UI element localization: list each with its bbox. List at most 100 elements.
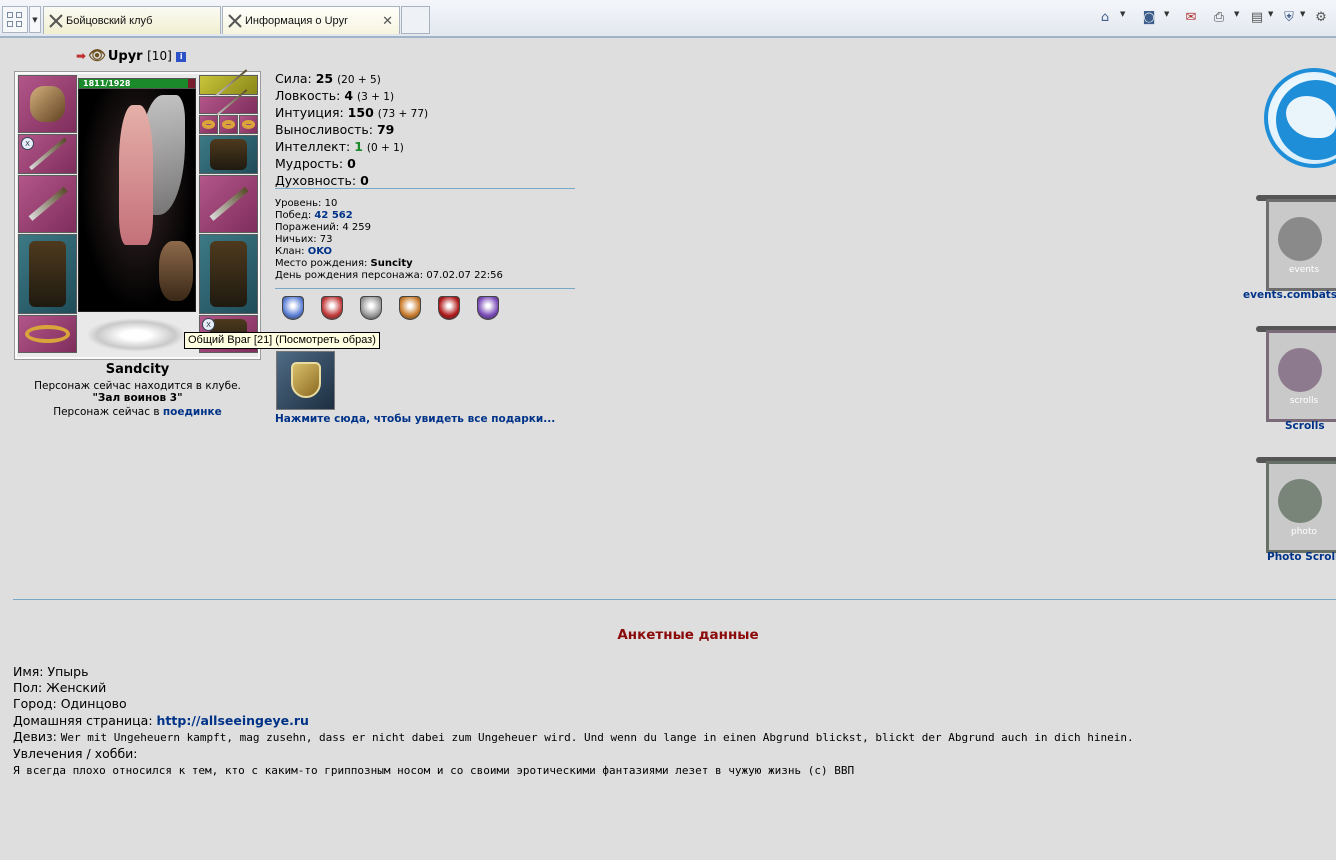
- profile-details: Имя: Упырь Пол: Женский Город: Одинцово …: [13, 664, 1336, 779]
- location-text: Персонаж сейчас находится в клубе.: [34, 380, 241, 392]
- browser-toolbar: ⌂ ▼ ◙ ▼ ✉ ⎙ ▼ ▤ ▼ ⛨ ▼ ⚙: [1096, 8, 1336, 30]
- bracers-item-icon: [28, 137, 67, 171]
- level-value: 10: [324, 198, 338, 209]
- character-info-list: Уровень: 10 Побед: 42 562 Поражений: 4 2…: [275, 198, 503, 282]
- helmet-slot[interactable]: [18, 75, 77, 133]
- grid-icon: [7, 12, 13, 18]
- events-banner[interactable]: events: [1256, 195, 1336, 295]
- portrait-pet-shape: [159, 241, 193, 301]
- character-portrait[interactable]: [78, 80, 196, 312]
- homepage-label: Домашняя страница:: [13, 712, 157, 728]
- ring-slot-2[interactable]: [219, 115, 238, 134]
- home-dropdown-icon[interactable]: ▼: [1120, 10, 1125, 18]
- name-value: Упырь: [47, 664, 89, 679]
- ring-slot-3[interactable]: [239, 115, 258, 134]
- earrings-slot[interactable]: [199, 69, 258, 101]
- gloves-item-icon: [210, 138, 247, 171]
- info-divider: [275, 288, 575, 289]
- hobby-value: Я всегда плохо относился к тем, кто с ка…: [13, 764, 855, 778]
- shield-icon: [291, 362, 321, 398]
- medal-icon[interactable]: [321, 296, 343, 320]
- ring-item-icon: [241, 120, 256, 129]
- globe-logo-icon[interactable]: [1264, 68, 1336, 168]
- rss-dropdown-icon[interactable]: ▼: [1164, 10, 1169, 18]
- gear-icon[interactable]: ⚙: [1312, 8, 1330, 28]
- wins-label: Побед:: [275, 210, 315, 221]
- wins-link[interactable]: 42 562: [314, 210, 352, 221]
- eye-icon[interactable]: 👁: [88, 48, 106, 64]
- stat-breakdown: (20 + 5): [337, 74, 381, 86]
- sex-value: Женский: [46, 680, 107, 696]
- amulet-slot[interactable]: [199, 89, 258, 121]
- bracers-slot[interactable]: X: [18, 134, 77, 174]
- events-link[interactable]: events.combats: [1243, 289, 1336, 301]
- birthday-value: 07.02.07 22:56: [426, 270, 503, 281]
- print-dropdown-icon[interactable]: ▼: [1234, 10, 1239, 18]
- right-weapon-slot[interactable]: [199, 175, 258, 233]
- belt-slot[interactable]: [18, 315, 77, 353]
- level-label: Уровень:: [275, 198, 325, 209]
- close-tab-icon[interactable]: ✕: [382, 7, 393, 34]
- ring-slot-1[interactable]: [199, 115, 218, 134]
- club-emblem-icon: [86, 318, 186, 352]
- losses-label: Поражений:: [275, 222, 343, 233]
- stat-label: Духовность:: [275, 173, 361, 188]
- draws-label: Ничьих:: [275, 234, 320, 245]
- helmet-item-icon: [30, 86, 65, 122]
- print-icon[interactable]: ⎙: [1210, 8, 1228, 28]
- stat-row: Интеллект: 1 (0 + 1): [275, 139, 575, 156]
- grid-icon-cell: [16, 21, 22, 27]
- mail-icon[interactable]: ✉: [1182, 8, 1200, 28]
- character-fight-status: Персонаж сейчас в поединке: [14, 406, 261, 418]
- photo-scrolls-link[interactable]: Photo Scrolls: [1267, 551, 1336, 563]
- scrolls-banner[interactable]: scrolls: [1256, 326, 1336, 426]
- new-tab-button[interactable]: [401, 6, 430, 34]
- location-room: "Зал воинов 3": [92, 392, 183, 404]
- tab-list-dropdown[interactable]: ▼: [29, 6, 41, 33]
- medal-icon[interactable]: [360, 296, 382, 320]
- security-dropdown-icon[interactable]: ▼: [1300, 10, 1305, 18]
- stat-value: 25: [315, 71, 334, 86]
- fight-link[interactable]: поединке: [163, 406, 222, 418]
- armor-slot[interactable]: [18, 234, 77, 314]
- portrait-figure-shape: [119, 105, 153, 245]
- tab-grid-button[interactable]: [2, 6, 28, 33]
- private-message-arrow-icon[interactable]: ➡: [76, 49, 86, 63]
- home-icon[interactable]: ⌂: [1096, 8, 1114, 28]
- scrolls-link[interactable]: Scrolls: [1285, 420, 1325, 432]
- stat-row: Интуиция: 150 (73 + 77): [275, 105, 575, 122]
- fist-icon: [1278, 217, 1322, 261]
- page-dropdown-icon[interactable]: ▼: [1268, 10, 1273, 18]
- medal-icon[interactable]: [399, 296, 421, 320]
- medal-icon[interactable]: [282, 296, 304, 320]
- stats-divider: [275, 188, 575, 189]
- security-icon[interactable]: ⛨: [1280, 8, 1298, 28]
- tab-upyr-info[interactable]: Информация о Upyr ✕: [222, 6, 400, 34]
- birthplace-value: Suncity: [370, 258, 413, 269]
- medal-icon[interactable]: [438, 296, 460, 320]
- birthday-label: День рождения персонажа:: [275, 270, 427, 281]
- page-icon[interactable]: ▤: [1248, 8, 1266, 28]
- belt-item-icon: [24, 325, 71, 343]
- stat-label: Выносливость:: [275, 122, 377, 137]
- photo-scrolls-banner[interactable]: photo: [1256, 457, 1336, 557]
- motto-label: Девиз:: [13, 728, 61, 744]
- gloves-slot[interactable]: [199, 135, 258, 174]
- rss-icon[interactable]: ◙: [1140, 8, 1158, 28]
- hp-bar-missing: [188, 79, 195, 88]
- hobby-label: Увлечения / хобби:: [13, 746, 138, 762]
- left-weapon-slot[interactable]: [18, 175, 77, 233]
- stat-row: Сила: 25 (20 + 5): [275, 71, 575, 88]
- tab-fight-club[interactable]: Бойцовский клуб: [43, 6, 221, 34]
- homepage-link[interactable]: http://allseeingeye.ru: [157, 713, 309, 728]
- all-gifts-link[interactable]: Нажмите сюда, чтобы увидеть все подарки.…: [275, 413, 555, 425]
- leggings-slot[interactable]: [199, 234, 258, 314]
- clan-link[interactable]: OKO: [308, 246, 332, 257]
- character-name: Upyr: [107, 49, 143, 64]
- stat-row: Мудрость: 0: [275, 156, 575, 173]
- medal-icon[interactable]: [477, 296, 499, 320]
- gift-icon[interactable]: [276, 351, 335, 410]
- banner-word: photo: [1291, 527, 1317, 537]
- character-level: [10]: [147, 49, 172, 63]
- info-icon[interactable]: i: [176, 52, 187, 62]
